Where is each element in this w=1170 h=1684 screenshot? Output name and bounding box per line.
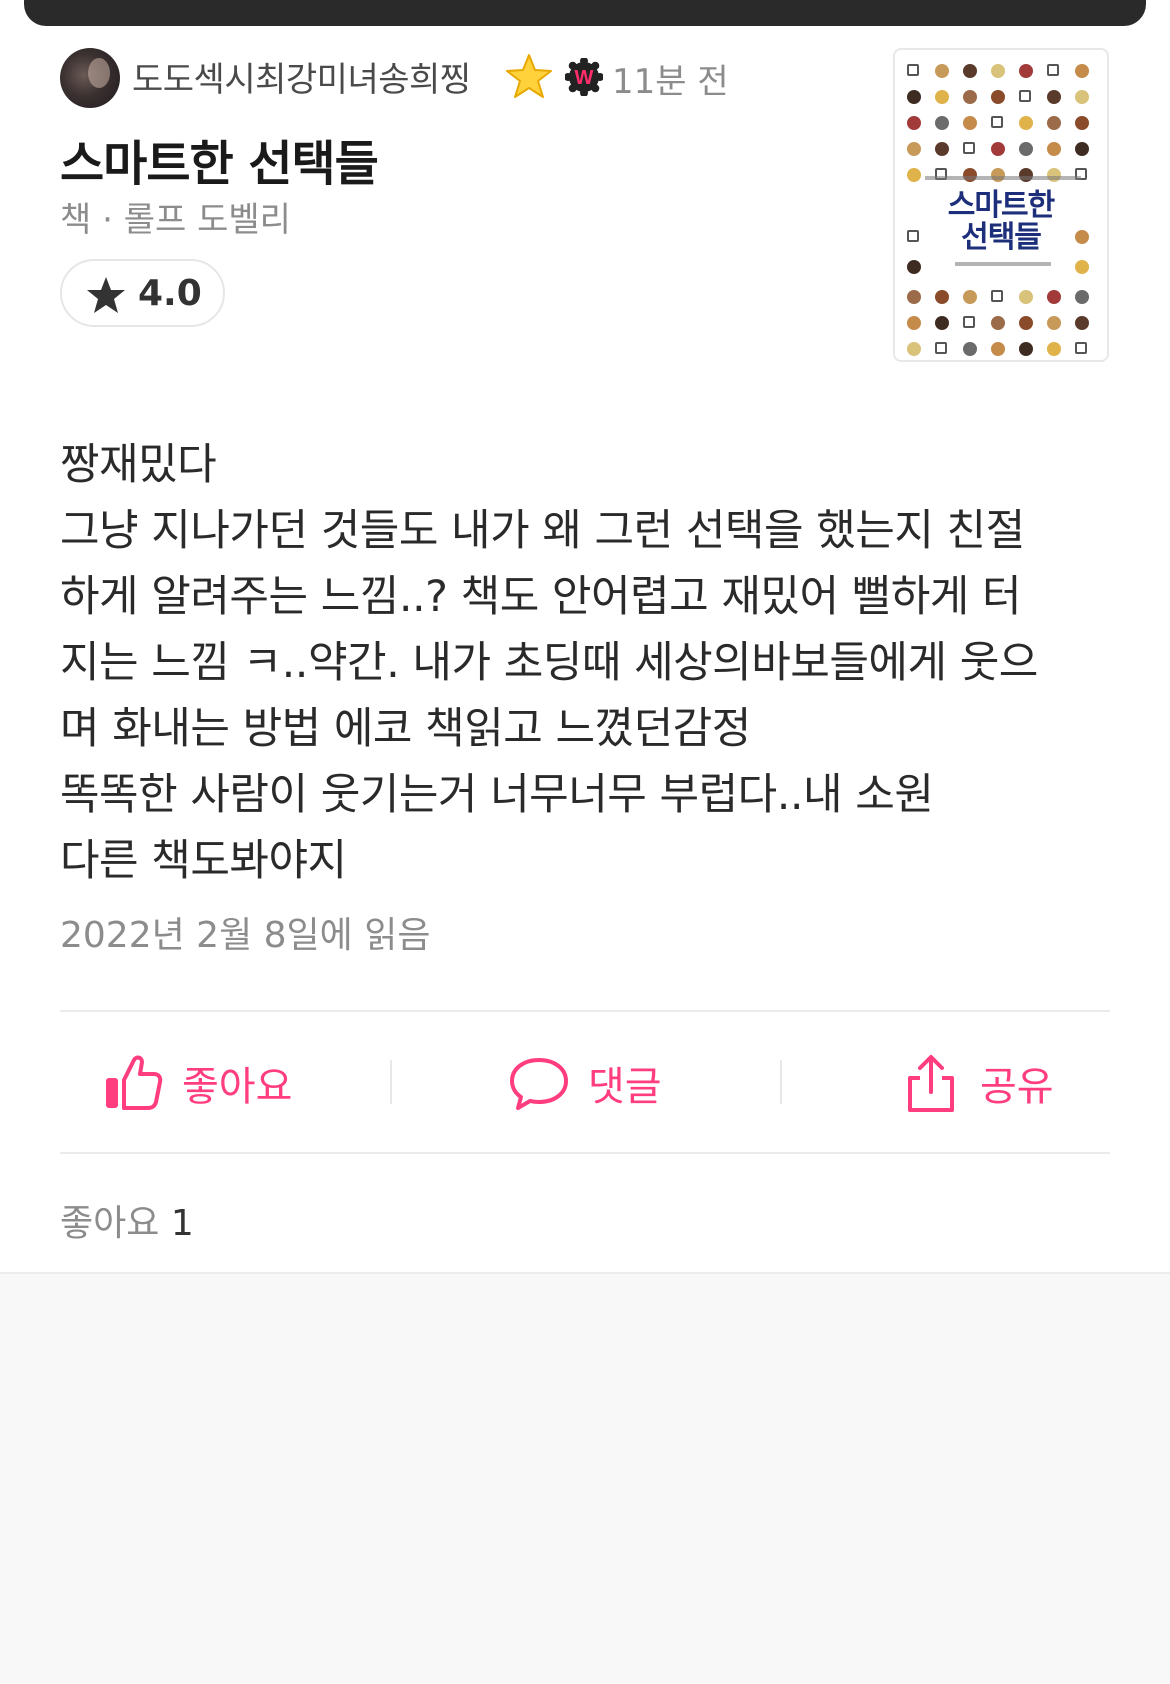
review-text: 짱재밌다 그냥 지나가던 것들도 내가 왜 그런 선택을 했는지 친절 하게 알… — [60, 440, 1038, 886]
watcha-badge-icon: W — [565, 58, 603, 96]
cover-dot — [1047, 316, 1061, 330]
cover-dot — [963, 342, 977, 356]
cover-dot — [991, 64, 1005, 78]
cover-dot — [1019, 64, 1033, 78]
cover-dot — [991, 316, 1005, 330]
cover-dot — [1019, 316, 1033, 330]
cover-dot — [907, 142, 921, 156]
likes-count-label: 좋아요 — [60, 1203, 160, 1244]
cover-dot — [1019, 116, 1033, 130]
cover-dot — [963, 142, 975, 154]
cover-dot — [1047, 90, 1061, 104]
cover-dot — [1075, 342, 1087, 354]
cover-dot — [935, 64, 949, 78]
speech-bubble-icon — [510, 1058, 568, 1110]
cover-dot — [963, 90, 977, 104]
comment-button[interactable]: 댓글 — [508, 1048, 662, 1118]
cover-dot — [907, 316, 921, 330]
cover-dot — [907, 64, 919, 76]
action-separator — [390, 1060, 392, 1104]
cover-title-line1: 스마트한 — [947, 188, 1055, 223]
cover-dot — [1047, 290, 1061, 304]
cover-dot — [991, 142, 1005, 156]
cover-dot — [935, 290, 949, 304]
cover-dot — [1075, 316, 1089, 330]
cover-dot — [907, 342, 921, 356]
cover-dot — [1019, 342, 1033, 356]
cover-dot — [935, 116, 949, 130]
star-icon — [87, 277, 125, 313]
like-label: 좋아요 — [182, 1064, 293, 1110]
cover-dot — [991, 116, 1003, 128]
user-avatar[interactable] — [60, 48, 120, 108]
cover-dot — [991, 290, 1003, 302]
thumbs-up-icon — [106, 1055, 163, 1110]
cover-dot — [907, 90, 921, 104]
cover-author-line — [955, 262, 1051, 266]
cover-dot — [1075, 142, 1089, 156]
cover-dot — [963, 116, 977, 130]
cover-dot — [1075, 116, 1089, 130]
rating-chip: 4.0 — [60, 259, 225, 327]
cover-dot — [1047, 116, 1061, 130]
share-button[interactable]: 공유 — [900, 1048, 1054, 1118]
cover-dot — [1019, 90, 1031, 102]
read-date: 2022년 2월 8일에 읽음 — [60, 915, 431, 956]
comment-label: 댓글 — [588, 1064, 662, 1110]
book-cover[interactable]: 스마트한 선택들 — [893, 48, 1109, 362]
cover-dot — [935, 142, 949, 156]
cover-dot — [1047, 64, 1059, 76]
share-label: 공유 — [980, 1064, 1054, 1110]
top-bar — [24, 0, 1146, 26]
cover-dot — [991, 342, 1005, 356]
cover-dot — [1047, 342, 1061, 356]
divider-top — [60, 1010, 1110, 1012]
book-title[interactable]: 스마트한 선택들 — [60, 124, 379, 194]
cover-dot — [963, 64, 977, 78]
action-separator — [780, 1060, 782, 1104]
cover-dot — [1075, 260, 1089, 274]
cover-dot — [935, 316, 949, 330]
cover-dot — [907, 260, 921, 274]
divider-bottom — [60, 1152, 1110, 1154]
cover-subtitle-line — [925, 176, 1081, 180]
time-ago: 11분 전 — [612, 62, 729, 102]
svg-text:W: W — [575, 67, 594, 89]
share-icon — [908, 1055, 954, 1112]
cover-title-line2: 선택들 — [961, 220, 1042, 255]
rating-value: 4.0 — [138, 273, 202, 314]
cover-dot — [935, 342, 947, 354]
cover-dot — [991, 90, 1005, 104]
cover-dot — [1019, 290, 1033, 304]
book-meta: 책 · 롤프 도벨리 — [60, 200, 291, 240]
cover-dot — [963, 316, 975, 328]
likes-count-number: 1 — [170, 1203, 194, 1244]
cover-dot — [1075, 290, 1089, 304]
cover-dot — [1075, 64, 1089, 78]
cover-dot — [935, 90, 949, 104]
likes-count[interactable]: 좋아요 1 — [60, 1194, 194, 1246]
star-emoji-icon — [506, 54, 552, 98]
cover-dot — [1019, 142, 1033, 156]
cover-dot — [1047, 142, 1061, 156]
review-card: 도도섹시최강미녀송희찡 W 11분 전 스마트한 선택들 책 · 롤프 도벨리 … — [0, 0, 1170, 1274]
cover-dot — [907, 168, 921, 182]
username[interactable]: 도도섹시최강미녀송희찡 — [132, 52, 471, 101]
cover-dot — [907, 290, 921, 304]
cover-dot — [963, 290, 977, 304]
cover-dot — [1075, 90, 1089, 104]
like-button[interactable]: 좋아요 — [102, 1048, 292, 1118]
cover-dot — [907, 116, 921, 130]
